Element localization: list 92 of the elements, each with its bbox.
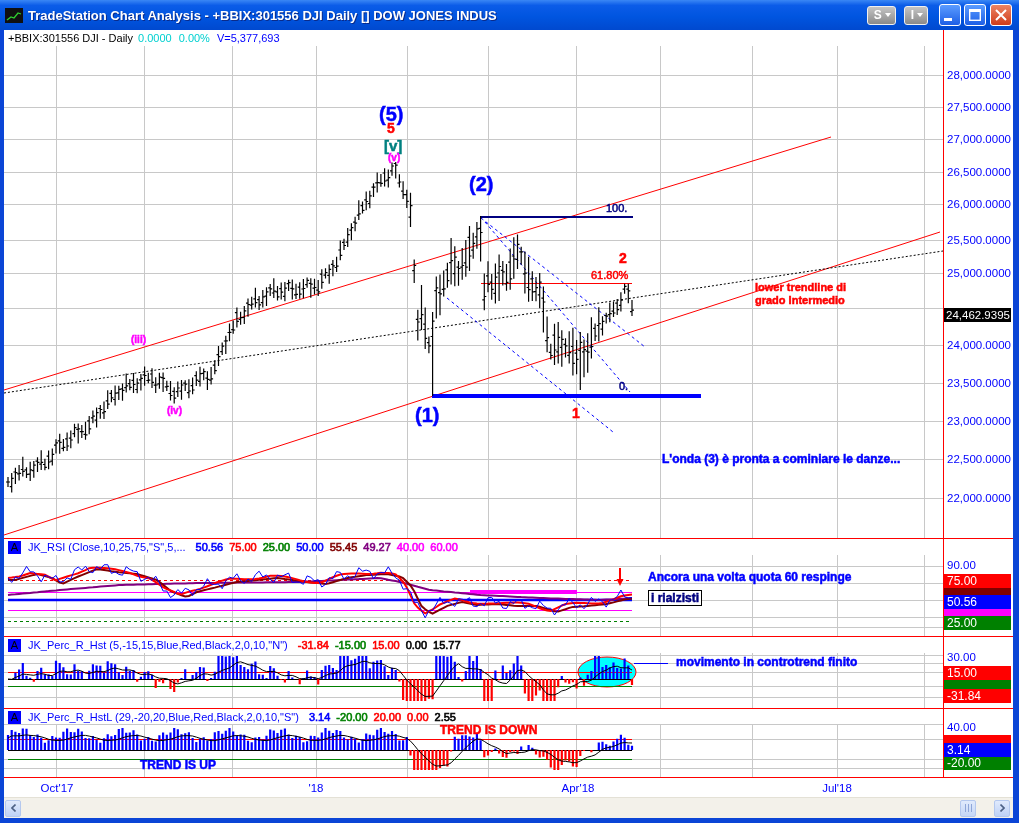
wave-label: (1): [415, 405, 440, 425]
wave-label: (2): [469, 174, 494, 194]
price-axis-label: 27,500.0000: [947, 100, 1011, 114]
indicator-value: 2.55: [434, 711, 456, 724]
chart-note: TREND IS UP: [140, 759, 216, 771]
axis-label: 90.00: [947, 558, 976, 572]
indicator-value: 0.00: [405, 639, 428, 652]
percent-change-value: 0.00%: [178, 32, 210, 45]
indicator-value: 0.00: [407, 711, 429, 724]
wave-label: (iv): [167, 406, 182, 416]
last-price-tag: 24,462.9395: [944, 308, 1011, 322]
indicator-status-tag: A: [8, 541, 21, 554]
date-axis-label: Jul'18: [822, 781, 852, 795]
indicator-value: 50.56: [195, 541, 224, 554]
indicator-value: -15.00: [334, 639, 367, 652]
chart-note: TREND IS DOWN: [440, 724, 538, 736]
price-axis-label: 23,500.0000: [947, 376, 1011, 390]
indicator-value: -31.84: [297, 639, 329, 652]
indicator-status-tag: A: [8, 639, 21, 652]
price-axis-label: 25,000.0000: [947, 266, 1011, 280]
price-axis-label: 24,000.0000: [947, 338, 1011, 352]
price-axis-label: 22,500.0000: [947, 452, 1011, 466]
price-axis-label: 28,000.0000: [947, 68, 1011, 82]
value-tag: -20.00: [944, 757, 1011, 770]
price-axis-label: 22,000.0000: [947, 491, 1011, 505]
price-axis-label: 27,000.0000: [947, 132, 1011, 146]
down-arrow-icon: [616, 567, 624, 586]
caret-icon: [884, 13, 891, 17]
wave-label: 2: [619, 251, 627, 265]
value-tag: 15.00: [944, 666, 1011, 680]
fib-level-label: 100.: [606, 203, 628, 214]
wave-label: [v]: [384, 138, 403, 153]
value-tag: 25.00: [944, 616, 1011, 630]
maximize-icon: [969, 9, 981, 21]
scroll-right-button[interactable]: [994, 799, 1010, 817]
menu-button[interactable]: I: [903, 5, 928, 25]
indicator-value: 25.00: [262, 541, 291, 554]
price-axis-label: 26,000.0000: [947, 197, 1011, 211]
wave-label: (5): [379, 104, 404, 124]
indicator-title: JK_RSI (Close,10,25,75,"S",5,...: [28, 541, 186, 554]
chart-note: movimento in controtrend finito: [676, 656, 858, 668]
indicator-value: 49.27: [363, 541, 391, 554]
indicator-value: 55.45: [329, 541, 358, 554]
indicator-value: 50.00: [296, 541, 324, 554]
wave-label: (v): [388, 153, 401, 163]
wave-label: 1: [572, 406, 580, 420]
indicator-value: 20.00: [373, 711, 402, 724]
symbol-label: +BBIX:301556 DJI - Daily: [8, 32, 134, 45]
leader-line: [633, 662, 669, 665]
indicator-title: JK_Perc_R_HstL (29,-20,20,Blue,Red,Black,2,0,10,"S"): [28, 711, 299, 724]
date-axis-label: Oct'17: [40, 781, 74, 795]
indicator-value: 40.00: [396, 541, 425, 554]
wave-label: (iii): [131, 335, 146, 345]
indicator-value: -20.00: [336, 711, 368, 724]
maximize-button[interactable]: [964, 4, 986, 26]
volume-value: V=5,377,693: [216, 32, 280, 45]
scroll-thumb[interactable]: [960, 799, 976, 817]
highlight-ellipse: [577, 656, 637, 688]
value-tag: -31.84: [944, 689, 1011, 703]
axis-label: 30.00: [947, 651, 976, 664]
date-axis-label: '18: [308, 781, 324, 795]
scroll-left-button[interactable]: [5, 799, 21, 817]
value-tag: 75.00: [944, 574, 1011, 588]
caret-icon: [917, 13, 923, 17]
price-axis-label: 25,500.0000: [947, 233, 1011, 247]
window-title: TradeStation Chart Analysis - +BBIX:301556 DJI Daily [] DOW JONES INDUS: [28, 7, 498, 23]
fib-level-label: 61.80%: [591, 270, 629, 281]
indicator-value: 15.77: [433, 639, 461, 652]
indicator-status-tag: A: [8, 711, 21, 724]
app-icon: [5, 7, 23, 23]
fib-level-label: 0.: [619, 381, 629, 392]
menu-button[interactable]: S: [866, 5, 896, 25]
date-axis-label: Apr'18: [561, 781, 595, 795]
axis-label: 40.00: [947, 721, 976, 734]
close-button[interactable]: [990, 4, 1012, 26]
indicator-value: 75.00: [229, 541, 257, 554]
net-change-value: 0.0000: [138, 32, 172, 45]
close-icon: [995, 9, 1007, 21]
chart-note: L'onda (3) è pronta a cominiare le danze...: [662, 453, 901, 465]
indicator-value: 15.00: [372, 639, 400, 652]
indicator-title: JK_Perc_R_Hst (5,-15,15,Blue,Red,Black,2,0,10,"N"): [28, 639, 288, 652]
chart-note: Ancora una volta quota 60 respinge: [648, 571, 852, 583]
grip-icon: [964, 804, 972, 812]
indicator-value: 60.00: [430, 541, 458, 554]
value-tag: 50.56: [944, 595, 1011, 609]
value-tag: 3.14: [944, 743, 1011, 757]
chart-note: i rialzisti: [648, 590, 703, 606]
minimize-icon: [944, 18, 952, 21]
price-axis-label: 26,500.0000: [947, 165, 1011, 179]
minimize-button[interactable]: [939, 4, 961, 26]
price-axis-label: 23,000.0000: [947, 414, 1011, 428]
indicator-value: 3.14: [308, 711, 331, 724]
